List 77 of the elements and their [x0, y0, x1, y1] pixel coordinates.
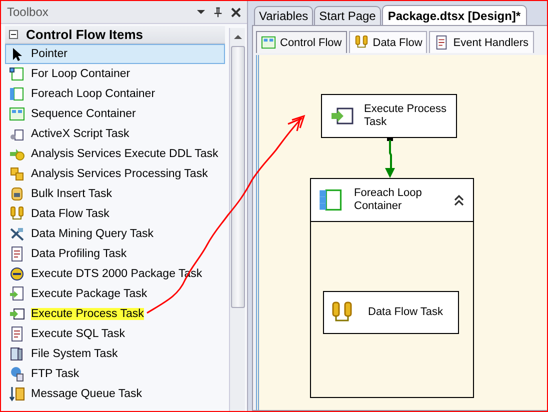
item-label: Bulk Insert Task	[31, 188, 112, 200]
toolbox-item[interactable]: Bulk Insert Task	[5, 184, 225, 204]
designer-tab[interactable]: Control Flow	[256, 31, 347, 53]
collapse-icon[interactable]	[9, 30, 18, 39]
task-icon	[9, 66, 25, 82]
container-node[interactable]: Foreach Loop Container Data Flow Task	[310, 178, 474, 398]
document-tab[interactable]: Variables	[254, 6, 314, 25]
item-label: Execute SQL Task	[31, 328, 125, 340]
scrollbar[interactable]	[229, 28, 245, 411]
toolbox-item[interactable]: Data Profiling Task	[5, 244, 225, 264]
item-label: File System Task	[31, 348, 118, 360]
item-label: Data Mining Query Task	[31, 228, 154, 240]
task-icon	[9, 306, 25, 322]
designer-tab[interactable]: Event Handlers	[429, 31, 534, 53]
toolbox-item[interactable]: Pointer	[5, 44, 225, 64]
item-label: Foreach Loop Container	[31, 88, 156, 100]
container-label: Foreach Loop Container	[354, 187, 423, 213]
document-tab[interactable]: Package.dtsx [Design]*	[382, 5, 527, 25]
task-node[interactable]: Data Flow Task	[323, 291, 459, 334]
item-label: ActiveX Script Task	[31, 128, 130, 140]
toolbox-item[interactable]: File System Task	[5, 344, 225, 364]
item-label: Pointer	[31, 48, 68, 60]
pin-icon[interactable]	[213, 6, 223, 18]
task-icon	[9, 266, 25, 282]
task-icon	[9, 166, 25, 182]
toolbox-item[interactable]: Execute Process Task	[5, 304, 225, 324]
item-label: Message Queue Task	[31, 388, 142, 400]
category-label: Control Flow Items	[26, 27, 143, 42]
item-label: Execute Package Task	[31, 288, 148, 300]
toolbox-item[interactable]: ActiveX Script Task	[5, 124, 225, 144]
scroll-up-icon[interactable]	[234, 35, 242, 39]
precedence-arrow[interactable]	[384, 137, 396, 179]
toolbox-item[interactable]: Execute SQL Task	[5, 324, 225, 344]
item-label: Analysis Services Execute DDL Task	[31, 148, 218, 160]
dropdown-icon[interactable]	[197, 10, 205, 14]
toolbox-item[interactable]: FTP Task	[5, 364, 225, 384]
toolbox-item[interactable]: For Loop Container	[5, 64, 225, 84]
toolbox-item[interactable]: Data Flow Task	[5, 204, 225, 224]
task-icon	[9, 206, 25, 222]
item-label: Data Flow Task	[31, 208, 110, 220]
task-label: Data Flow Task	[368, 306, 443, 319]
tab-icon	[434, 35, 450, 50]
scroll-thumb[interactable]	[230, 46, 244, 308]
toolbox-item[interactable]: Sequence Container	[5, 104, 225, 124]
task-label: Execute Process Task	[364, 103, 448, 129]
task-icon	[9, 146, 25, 162]
task-icon	[9, 326, 25, 342]
task-icon	[9, 226, 25, 242]
toolbox-item[interactable]: Foreach Loop Container	[5, 84, 225, 104]
tab-icon	[354, 35, 369, 50]
task-node[interactable]: Execute Process Task	[321, 94, 457, 138]
document-tab[interactable]: Start Page	[314, 6, 381, 25]
toolbox-item[interactable]: Data Mining Query Task	[5, 224, 225, 244]
task-icon	[9, 186, 25, 202]
close-icon[interactable]	[231, 6, 241, 18]
task-icon	[9, 366, 25, 382]
item-label: Execute Process Task	[31, 308, 144, 320]
task-icon	[9, 286, 25, 302]
task-icon	[9, 246, 25, 262]
toolbox-item[interactable]: Analysis Services Processing Task	[5, 164, 225, 184]
task-icon	[9, 346, 25, 362]
item-label: For Loop Container	[31, 68, 130, 80]
panel-title: Toolbox	[7, 5, 48, 19]
toolbox-item[interactable]: Analysis Services Execute DDL Task	[5, 144, 225, 164]
item-label: FTP Task	[31, 368, 80, 380]
collapse-icon[interactable]	[453, 194, 465, 206]
item-label: Data Profiling Task	[31, 248, 127, 260]
item-label: Sequence Container	[31, 108, 136, 120]
task-icon	[9, 386, 25, 402]
tab-icon	[261, 35, 276, 50]
task-icon	[9, 106, 25, 122]
toolbox-item[interactable]: Message Queue Task	[5, 384, 225, 404]
toolbox-item[interactable]: Execute Package Task	[5, 284, 225, 304]
designer-tab[interactable]: Data Flow	[348, 31, 428, 53]
item-label: Analysis Services Processing Task	[31, 168, 208, 180]
category-header[interactable]: Control Flow Items	[5, 26, 225, 44]
task-icon	[9, 86, 25, 102]
